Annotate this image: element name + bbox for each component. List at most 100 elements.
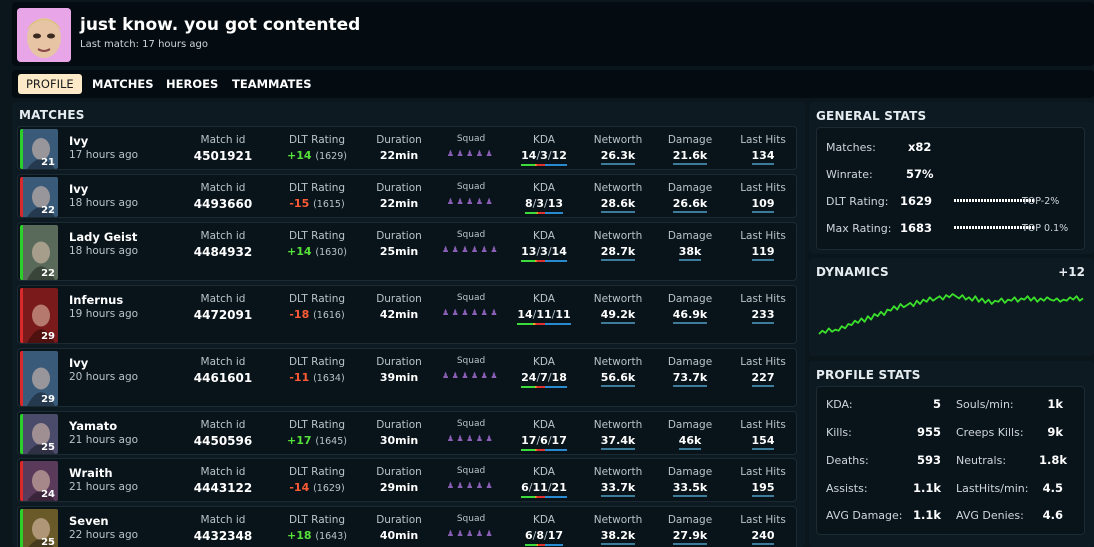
rating-col: DLT Rating +14 (1629) [276,134,358,162]
squad-col: Squad ♟♟♟♟♟ [431,514,511,539]
squad-icons[interactable]: ♟♟♟♟♟ [435,528,507,539]
match-id-value[interactable]: 4432348 [188,529,258,543]
last-hits-label: Last Hits [740,182,786,194]
match-row[interactable]: 22 Lady Geist 18 hours ago Match id 4484… [17,222,797,281]
profile-stat-label: Deaths: [826,454,869,467]
networth-col: Networth 33.7k [583,466,653,497]
tab-profile[interactable]: PROFILE [18,74,82,94]
kills: 17 [521,434,537,447]
tab-teammates[interactable]: TEAMMATES [224,74,319,94]
match-id-label: Match id [200,514,246,526]
match-row[interactable]: 24 Wraith 21 hours ago Match id 4443122 … [17,458,797,502]
damage-value: 46.9k [672,308,708,324]
match-id-value[interactable]: 4472091 [188,308,258,322]
match-row[interactable]: 22 Ivy 18 hours ago Match id 4493660 DLT… [17,174,797,218]
squad-icons[interactable]: ♟♟♟♟♟♟ [435,370,507,381]
match-row[interactable]: 29 Infernus 19 hours ago Match id 447209… [17,285,797,344]
kills: 14 [521,149,537,162]
hero-portrait[interactable]: 22 [20,177,58,217]
dlt-rating-value: 1629 [900,194,933,208]
hero-portrait[interactable]: 25 [20,509,58,547]
deaths: 7 [540,371,548,384]
hero-portrait[interactable]: 29 [20,351,58,406]
kda-bar [521,386,567,388]
duration-label: Duration [376,134,422,146]
tab-bar: PROFILE MATCHES HEROES TEAMMATES [12,70,1094,98]
match-id-value[interactable]: 4450596 [188,434,258,448]
profile-stat-label: KDA: [826,398,853,411]
rating-change: +14 [287,149,312,162]
match-id-value[interactable]: 4443122 [188,481,258,495]
profile-stat-value: 9k [1047,425,1063,439]
rating-value: +18 (1643) [276,529,358,542]
last-hits-col: Last Hits 154 [728,419,798,450]
profile-stat-value: 1.8k [1039,453,1068,467]
hero-portrait[interactable]: 22 [20,225,58,280]
general-stats-panel: GENERAL STATS Matches: x82 Winrate: 57% … [809,102,1094,254]
hero-portrait[interactable]: 24 [20,461,58,501]
match-id-value[interactable]: 4501921 [188,149,258,163]
hero-level: 24 [41,489,55,500]
duration-col: Duration 25min [363,230,435,258]
general-stats-box: Matches: x82 Winrate: 57% DLT Rating: 16… [816,127,1085,250]
damage-col: Damage 21.6k [656,134,724,165]
profile-header: just know. you got contented Last match:… [12,2,1094,66]
rating-label: DLT Rating [288,356,346,368]
tab-matches[interactable]: MATCHES [84,74,162,94]
avatar[interactable] [17,8,71,62]
damage-value: 73.7k [672,371,708,387]
tab-heroes[interactable]: HEROES [158,74,226,94]
match-id-col: Match id 4484932 [188,230,258,259]
last-hits-value: 233 [751,308,775,324]
squad-icons[interactable]: ♟♟♟♟♟♟ [435,244,507,255]
squad-icons[interactable]: ♟♟♟♟♟♟ [435,307,507,318]
hero-portrait[interactable]: 25 [20,414,58,454]
match-id-col: Match id 4501921 [188,134,258,163]
squad-icons[interactable]: ♟♟♟♟♟ [435,433,507,444]
match-id-value[interactable]: 4461601 [188,371,258,385]
squad-label: Squad [456,514,486,524]
profile-stat-label: AVG Damage: [826,509,903,522]
networth-value: 49.2k [600,308,636,324]
kda-value: 17/6/17 [521,434,567,451]
match-row[interactable]: 25 Seven 22 hours ago Match id 4432348 D… [17,506,797,547]
assists: 21 [551,481,567,494]
kills: 24 [521,371,537,384]
assists: 18 [551,371,567,384]
squad-icons[interactable]: ♟♟♟♟♟ [435,480,507,491]
rating-total: (1629) [313,483,345,494]
match-row[interactable]: 21 Ivy 17 hours ago Match id 4501921 DLT… [17,126,797,170]
match-time: 17 hours ago [69,149,139,161]
profile-stat-label: Assists: [826,482,868,495]
damage-label: Damage [667,419,713,431]
match-id-label: Match id [200,230,246,242]
hero-portrait[interactable]: 29 [20,288,58,343]
hero-portrait[interactable]: 21 [20,129,58,169]
deaths: 6 [540,434,548,447]
squad-icons[interactable]: ♟♟♟♟♟ [435,196,507,207]
networth-value: 33.7k [600,481,636,497]
kda-label: KDA [533,182,555,194]
match-row[interactable]: 25 Yamato 21 hours ago Match id 4450596 … [17,411,797,455]
dlt-rating-label: DLT Rating: [826,195,889,208]
max-rating-top: TOP 0.1% [1022,223,1069,234]
profile-stat-label: AVG Denies: [956,509,1024,522]
max-rating-label: Max Rating: [826,222,892,235]
hero-name: Ivy [69,182,89,196]
duration-value: 22min [379,149,419,162]
last-match-time: Last match: 17 hours ago [80,39,208,50]
match-id-value[interactable]: 4484932 [188,245,258,259]
squad-label: Squad [456,134,486,144]
squad-icons[interactable]: ♟♟♟♟♟ [435,148,507,159]
duration-label: Duration [376,356,422,368]
match-id-value[interactable]: 4493660 [188,197,258,211]
kda-value: 13/3/14 [521,245,567,262]
kills: 6 [521,481,529,494]
squad-col: Squad ♟♟♟♟♟ [431,134,511,159]
kda-label: KDA [533,356,555,368]
match-row[interactable]: 29 Ivy 20 hours ago Match id 4461601 DLT… [17,348,797,407]
duration-label: Duration [376,466,422,478]
profile-stat-label: Neutrals: [956,454,1007,467]
profile-stat-value: 593 [916,453,941,467]
kda-value: 14/3/12 [521,149,567,166]
